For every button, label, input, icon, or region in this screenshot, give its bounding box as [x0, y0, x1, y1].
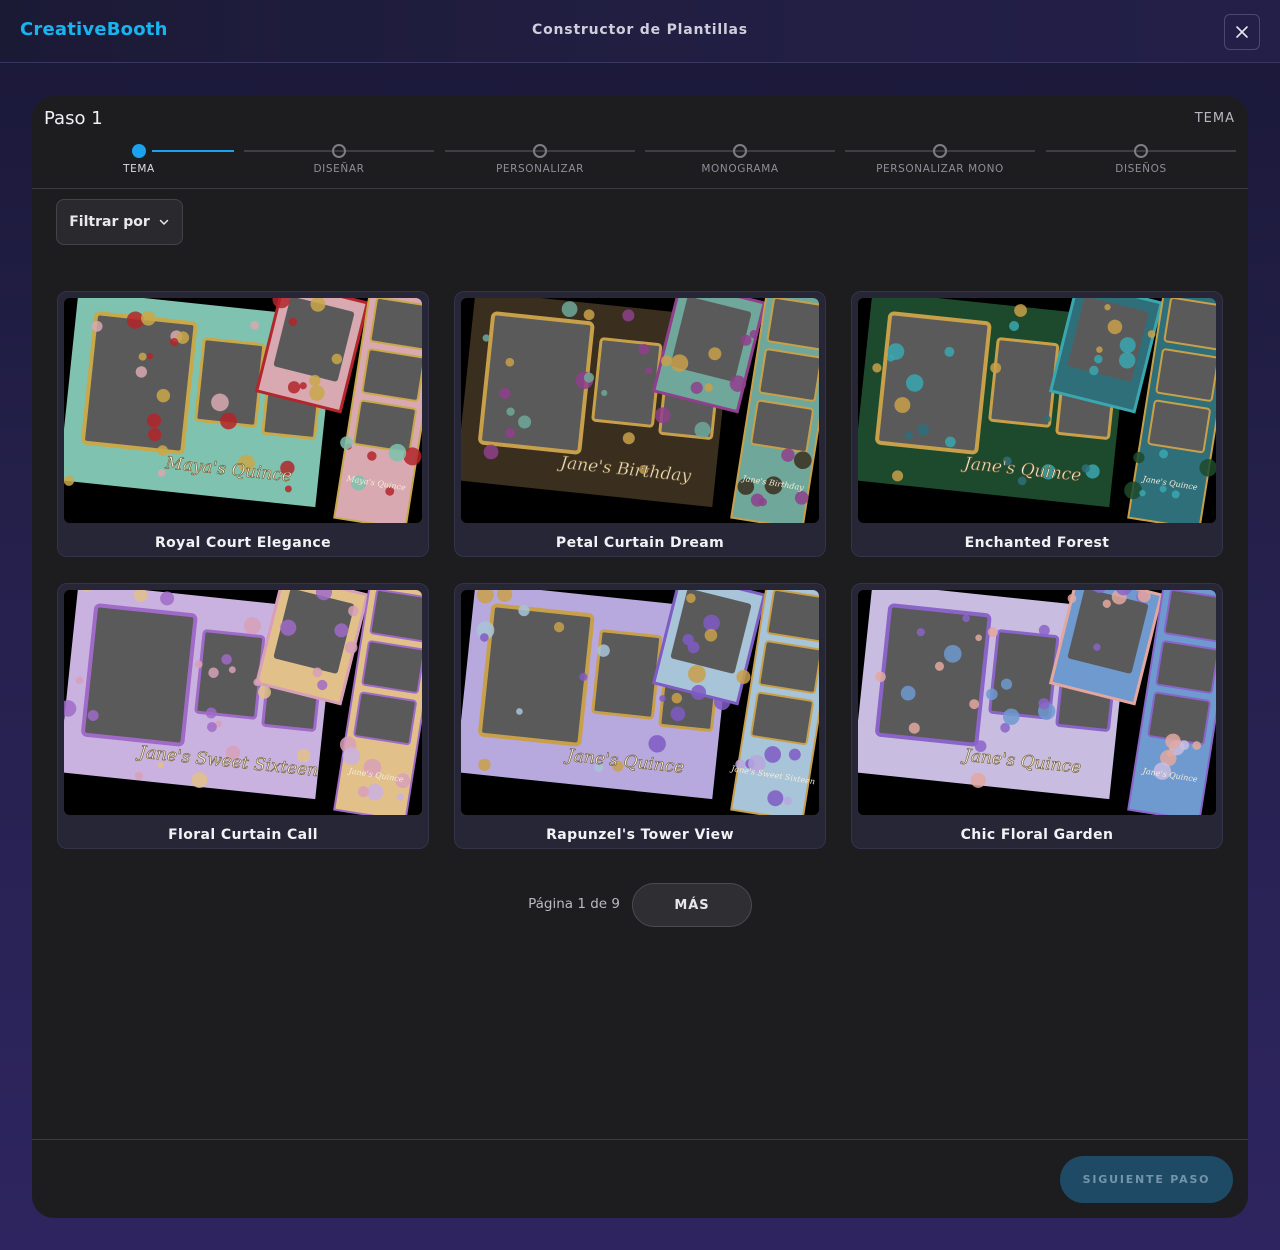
step-disenos[interactable]: DISEÑOS — [1041, 140, 1241, 175]
step-tema[interactable]: TEMA — [39, 140, 239, 175]
template-name: Petal Curtain Dream — [555, 535, 725, 551]
step-indicator — [933, 144, 947, 158]
wizard-panel: Paso 1 TEMA TEMA DISEÑAR PERSONALIZAR MO… — [32, 96, 1248, 1218]
template-name: Royal Court Elegance — [154, 535, 332, 551]
step-label: PERSONALIZAR MONO — [876, 163, 1004, 175]
template-name: Enchanted Forest — [964, 535, 1110, 551]
template-card[interactable]: Jane's Sweet Sixteen Jane's Quince Floral… — [57, 583, 429, 849]
stepper: TEMA DISEÑAR PERSONALIZAR MONOGRAMA PERS… — [32, 140, 1248, 184]
filter-dropdown[interactable]: Filtrar por — [56, 199, 183, 245]
close-button[interactable] — [1224, 14, 1260, 50]
template-thumbnail: Jane's Quince Jane's Sweet Sixteen — [461, 590, 819, 815]
template-thumbnail: Jane's Sweet Sixteen Jane's Quince — [64, 590, 422, 815]
top-bar: CreativeBooth Constructor de Plantillas — [0, 0, 1280, 63]
step-label: PERSONALIZAR — [495, 163, 585, 175]
template-card[interactable]: Jane's Quince Jane's Quince Chic Floral G… — [851, 583, 1223, 849]
template-card[interactable]: Jane's Quince Jane's Sweet Sixteen Rapunz… — [454, 583, 826, 849]
step-indicator — [1134, 144, 1148, 158]
pagination-text: Página 1 de 9 — [528, 896, 620, 912]
step-name: TEMA — [1194, 111, 1235, 126]
step-indicator — [132, 144, 146, 158]
step-disenar[interactable]: DISEÑAR — [239, 140, 439, 175]
filter-label: Filtrar por — [69, 214, 150, 230]
step-label: DISEÑOS — [1115, 163, 1167, 175]
step-indicator — [533, 144, 547, 158]
step-label: MONOGRAMA — [701, 163, 779, 175]
step-label: TEMA — [123, 163, 155, 175]
page-title: Constructor de Plantillas — [532, 22, 748, 38]
template-card[interactable]: Maya's Quince Maya's Quince Royal Court E… — [57, 291, 429, 557]
template-thumbnail: Jane's Birthday Jane's Birthday — [461, 298, 819, 523]
template-card[interactable]: Jane's Quince Jane's Quince Enchanted For… — [851, 291, 1223, 557]
next-step-button[interactable]: SIGUIENTE PASO — [1060, 1156, 1233, 1203]
divider — [32, 1139, 1248, 1140]
template-name: Rapunzel's Tower View — [546, 827, 734, 843]
more-button[interactable]: MÁS — [632, 883, 752, 927]
template-thumbnail: Jane's Quince Jane's Quince — [858, 590, 1216, 815]
template-thumbnail: Maya's Quince Maya's Quince — [64, 298, 422, 523]
step-label: DISEÑAR — [313, 163, 365, 175]
template-name: Floral Curtain Call — [168, 827, 318, 843]
chevron-down-icon — [159, 219, 169, 225]
template-name: Chic Floral Garden — [960, 827, 1114, 843]
divider — [32, 188, 1248, 189]
template-card[interactable]: Jane's Birthday Jane's Birthday Petal Cur… — [454, 291, 826, 557]
step-personalizar-mono[interactable]: PERSONALIZAR MONO — [840, 140, 1040, 175]
step-indicator — [733, 144, 747, 158]
close-icon — [1236, 26, 1248, 38]
step-indicator — [332, 144, 346, 158]
step-monograma[interactable]: MONOGRAMA — [640, 140, 840, 175]
step-title: Paso 1 — [44, 108, 103, 129]
step-personalizar[interactable]: PERSONALIZAR — [440, 140, 640, 175]
template-thumbnail: Jane's Quince Jane's Quince — [858, 298, 1216, 523]
